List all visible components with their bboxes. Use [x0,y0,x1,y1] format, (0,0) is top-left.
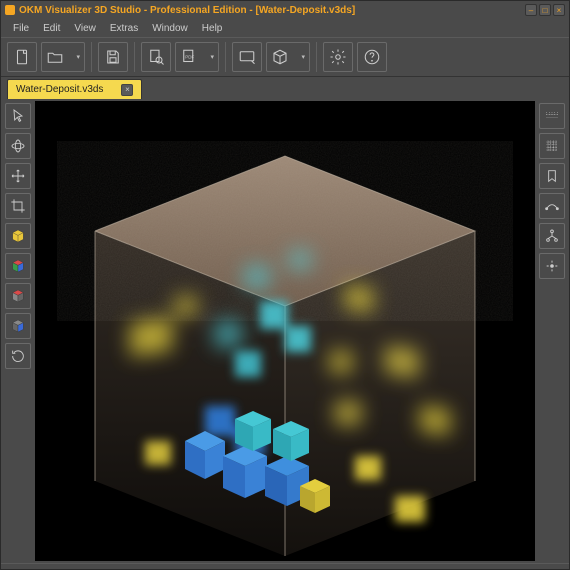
right-tool-column [535,99,569,563]
cube-blue-icon [10,318,26,334]
screenshot-icon [238,48,256,66]
settings-button[interactable] [323,42,353,72]
grid-top-tool[interactable] [539,103,565,129]
app-window: OKM Visualizer 3D Studio - Professional … [0,0,570,570]
new-file-icon [13,48,31,66]
menu-help[interactable]: Help [196,21,229,36]
focus-center-tool[interactable] [539,253,565,279]
export-pdf-button[interactable]: PDF ▾ [175,42,219,72]
toolbar-separator [134,42,135,72]
window-title: OKM Visualizer 3D Studio - Professional … [19,5,525,16]
menu-view[interactable]: View [68,21,102,36]
window-close-button[interactable]: × [553,4,565,16]
main-toolbar: ▾ PDF ▾ ▾ [1,37,569,77]
window-maximize-button[interactable]: □ [539,4,551,16]
grid-fine-icon [544,138,560,154]
cube-rgb-icon [10,258,26,274]
cube-rgb-tool[interactable] [5,253,31,279]
window-minimize-button[interactable]: – [525,4,537,16]
pan-tool[interactable] [5,163,31,189]
3d-cube-icon [271,48,289,66]
menu-bar: File Edit View Extras Window Help [1,19,569,37]
menu-window[interactable]: Window [146,21,194,36]
bookmark-tool[interactable] [539,163,565,189]
save-button[interactable] [98,42,128,72]
menu-extras[interactable]: Extras [104,21,144,36]
cube-red-tool[interactable] [5,283,31,309]
toolbar-separator [91,42,92,72]
grid-fine-tool[interactable] [539,133,565,159]
document-tab[interactable]: Water-Deposit.v3ds × [7,79,142,99]
new-file-button[interactable] [7,42,37,72]
orbit-icon [10,138,26,154]
chevron-down-icon: ▾ [301,53,305,61]
pan-icon [10,168,26,184]
cube-red-icon [10,288,26,304]
gear-icon [329,48,347,66]
grid-top-icon [544,108,560,124]
export-pdf-icon: PDF [180,48,198,66]
screenshot-button[interactable] [232,42,262,72]
zoom-document-button[interactable] [141,42,171,72]
document-tab-label: Water-Deposit.v3ds [16,84,103,95]
left-tool-column [1,99,35,563]
save-icon [104,48,122,66]
zoom-document-icon [147,48,165,66]
orbit-tool[interactable] [5,133,31,159]
work-area [1,99,569,563]
title-bar: OKM Visualizer 3D Studio - Professional … [1,1,569,19]
app-logo-icon [5,5,15,15]
focus-center-icon [544,258,560,274]
crop-tool[interactable] [5,193,31,219]
open-folder-icon [46,48,64,66]
measure-icon [544,198,560,214]
bookmark-icon [544,168,560,184]
view-3d-button[interactable]: ▾ [266,42,310,72]
chevron-down-icon: ▾ [76,53,80,61]
menu-edit[interactable]: Edit [37,21,66,36]
reset-rotation-icon [10,348,26,364]
tab-close-button[interactable]: × [121,84,133,96]
help-button[interactable] [357,42,387,72]
document-tab-bar: Water-Deposit.v3ds × [1,77,569,99]
toolbar-separator [225,42,226,72]
hierarchy-tool[interactable] [539,223,565,249]
pointer-tool[interactable] [5,103,31,129]
toolbar-separator [316,42,317,72]
measure-tool[interactable] [539,193,565,219]
help-icon [363,48,381,66]
status-bar [1,563,569,569]
3d-viewport[interactable] [35,101,535,561]
cube-yellow-icon [10,228,26,244]
pointer-icon [10,108,26,124]
hierarchy-icon [544,228,560,244]
cube-blue-tool[interactable] [5,313,31,339]
scene-render [35,101,535,561]
menu-file[interactable]: File [7,21,35,36]
reset-rotation-tool[interactable] [5,343,31,369]
svg-text:PDF: PDF [185,55,194,60]
crop-icon [10,198,26,214]
cube-yellow-tool[interactable] [5,223,31,249]
chevron-down-icon: ▾ [210,53,214,61]
open-file-button[interactable]: ▾ [41,42,85,72]
